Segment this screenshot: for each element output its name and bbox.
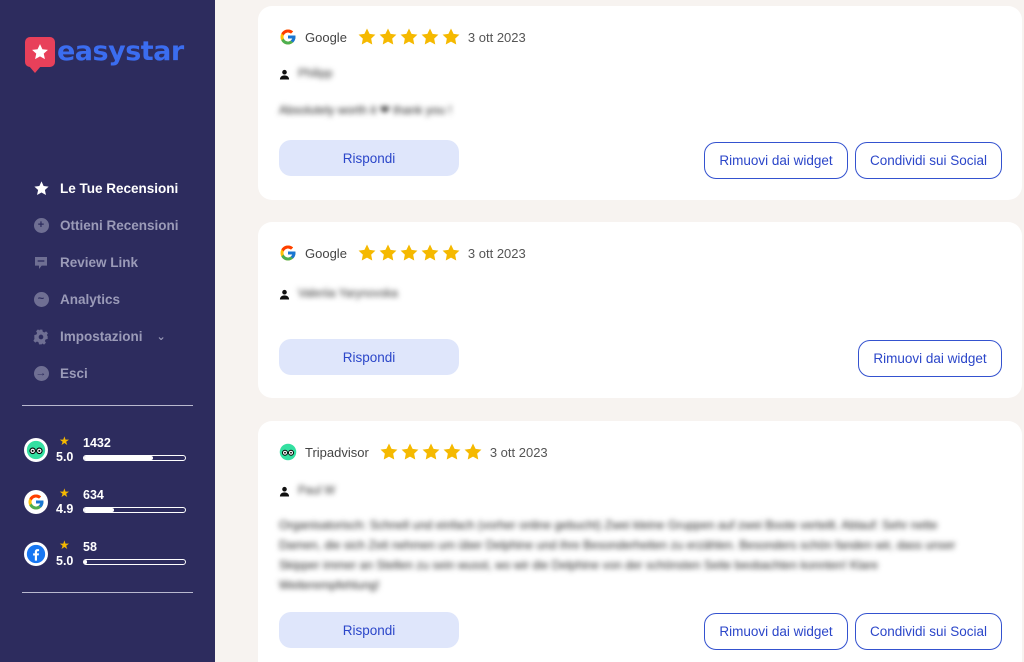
star-icon (420, 27, 440, 47)
star-icon (399, 27, 419, 47)
review-date: 3 ott 2023 (489, 444, 548, 460)
trend-icon: ~ (32, 291, 50, 309)
nav-item-impostazioni[interactable]: Impostazioni ⌄ (32, 318, 192, 355)
review-card: Google 3 ott 2023 Valeriia Yarynovska Ri… (258, 222, 1022, 398)
nav-item-le-tue-recensioni[interactable]: Le Tue Recensioni (32, 170, 192, 207)
tripadvisor-icon (24, 438, 48, 462)
stat-rating: 4.9 (56, 502, 74, 516)
nav-item-esci[interactable]: → Esci (32, 355, 192, 392)
review-text: Absolutely worth it ❤ thank you ! (279, 103, 452, 117)
stat-progress-bar (83, 455, 186, 461)
reviewer-name: Valeriia Yarynovska (298, 288, 398, 300)
stat-progress-fill (84, 508, 115, 512)
star-icon (379, 442, 399, 462)
stat-count: 1432 (83, 436, 111, 450)
stat-progress-fill (84, 560, 88, 564)
google-icon (279, 244, 297, 262)
facebook-icon (24, 542, 48, 566)
review-source: Tripadvisor (305, 444, 369, 460)
star-icon (32, 180, 50, 198)
share-social-button[interactable]: Condividi sui Social (855, 142, 1002, 179)
star-icon (357, 27, 377, 47)
review-header: Tripadvisor 3 ott 2023 (279, 441, 548, 463)
stat-google: ★ 4.9 634 (24, 486, 189, 530)
stat-count: 634 (83, 488, 104, 502)
nav-item-ottieni-recensioni[interactable]: + Ottieni Recensioni (32, 207, 192, 244)
star-icon (420, 243, 440, 263)
person-icon (279, 486, 290, 497)
reply-button[interactable]: Rispondi (279, 339, 459, 375)
reviewer-name: Philipp (298, 68, 333, 80)
star-icon: ★ (59, 538, 70, 552)
star-icon: ★ (59, 434, 70, 448)
chat-icon (32, 254, 50, 272)
stat-rating: 5.0 (56, 554, 74, 568)
nav-label: Ottieni Recensioni (60, 218, 179, 233)
reviewer-name: Paul W (298, 485, 336, 497)
stat-progress-bar (83, 507, 186, 513)
stat-progress-fill (84, 456, 153, 460)
remove-from-widget-button[interactable]: Rimuovi dai widget (704, 613, 848, 650)
logo[interactable]: easystar (25, 36, 184, 73)
star-icon (357, 243, 377, 263)
star-rating (379, 442, 484, 462)
star-icon: ★ (59, 486, 70, 500)
reviewer: Philipp (279, 68, 333, 80)
star-icon (441, 243, 461, 263)
stat-progress-bar (83, 559, 186, 565)
review-card: Google 3 ott 2023 Philipp Absolutely wor… (258, 6, 1022, 200)
nav-label: Impostazioni (60, 329, 143, 344)
nav-label: Review Link (60, 255, 139, 270)
remove-from-widget-button[interactable]: Rimuovi dai widget (858, 340, 1002, 377)
star-icon (400, 442, 420, 462)
star-icon (442, 442, 462, 462)
star-rating (357, 27, 462, 47)
person-icon (279, 289, 290, 300)
review-date: 3 ott 2023 (467, 29, 526, 45)
review-date: 3 ott 2023 (467, 245, 526, 261)
sidebar: easystar Le Tue Recensioni + Ottieni Rec… (0, 0, 215, 662)
logout-icon: → (33, 366, 49, 381)
remove-from-widget-button[interactable]: Rimuovi dai widget (704, 142, 848, 179)
star-icon (399, 243, 419, 263)
review-source: Google (305, 245, 347, 261)
star-icon (378, 243, 398, 263)
stat-facebook: ★ 5.0 58 (24, 538, 189, 582)
review-source: Google (305, 29, 347, 45)
gear-icon (32, 328, 50, 346)
nav-item-review-link[interactable]: Review Link (32, 244, 192, 281)
reviewer: Valeriia Yarynovska (279, 288, 398, 300)
reply-button[interactable]: Rispondi (279, 612, 459, 648)
google-icon (24, 490, 48, 514)
tripadvisor-icon (279, 443, 297, 461)
stat-rating: 5.0 (56, 450, 74, 464)
review-header: Google 3 ott 2023 (279, 242, 526, 264)
nav-item-analytics[interactable]: ~ Analytics (32, 281, 192, 318)
star-icon (378, 27, 398, 47)
nav-label: Analytics (60, 292, 121, 307)
review-text: Organisatorisch: Schnell und einfach (vo… (279, 518, 956, 592)
chevron-down-icon[interactable]: ⌄ (157, 330, 166, 343)
star-rating (357, 243, 462, 263)
logo-text: easystar (57, 36, 184, 67)
star-icon (421, 442, 441, 462)
nav-label: Le Tue Recensioni (60, 181, 179, 196)
divider (22, 592, 193, 593)
google-icon (279, 28, 297, 46)
star-icon (441, 27, 461, 47)
star-icon (463, 442, 483, 462)
sidebar-nav: Le Tue Recensioni + Ottieni Recensioni R… (32, 170, 192, 392)
share-social-button[interactable]: Condividi sui Social (855, 613, 1002, 650)
plus-circle-icon: + (32, 217, 50, 235)
stat-tripadvisor: ★ 5.0 1432 (24, 434, 189, 478)
stat-count: 58 (83, 540, 97, 554)
logo-star-icon (25, 36, 55, 73)
reviewer: Paul W (279, 485, 335, 497)
review-header: Google 3 ott 2023 (279, 26, 526, 48)
person-icon (279, 69, 290, 80)
reply-button[interactable]: Rispondi (279, 140, 459, 176)
nav-label: Esci (60, 366, 88, 381)
review-card: Tripadvisor 3 ott 2023 Paul W Organisato… (258, 421, 1022, 662)
divider (22, 405, 193, 406)
